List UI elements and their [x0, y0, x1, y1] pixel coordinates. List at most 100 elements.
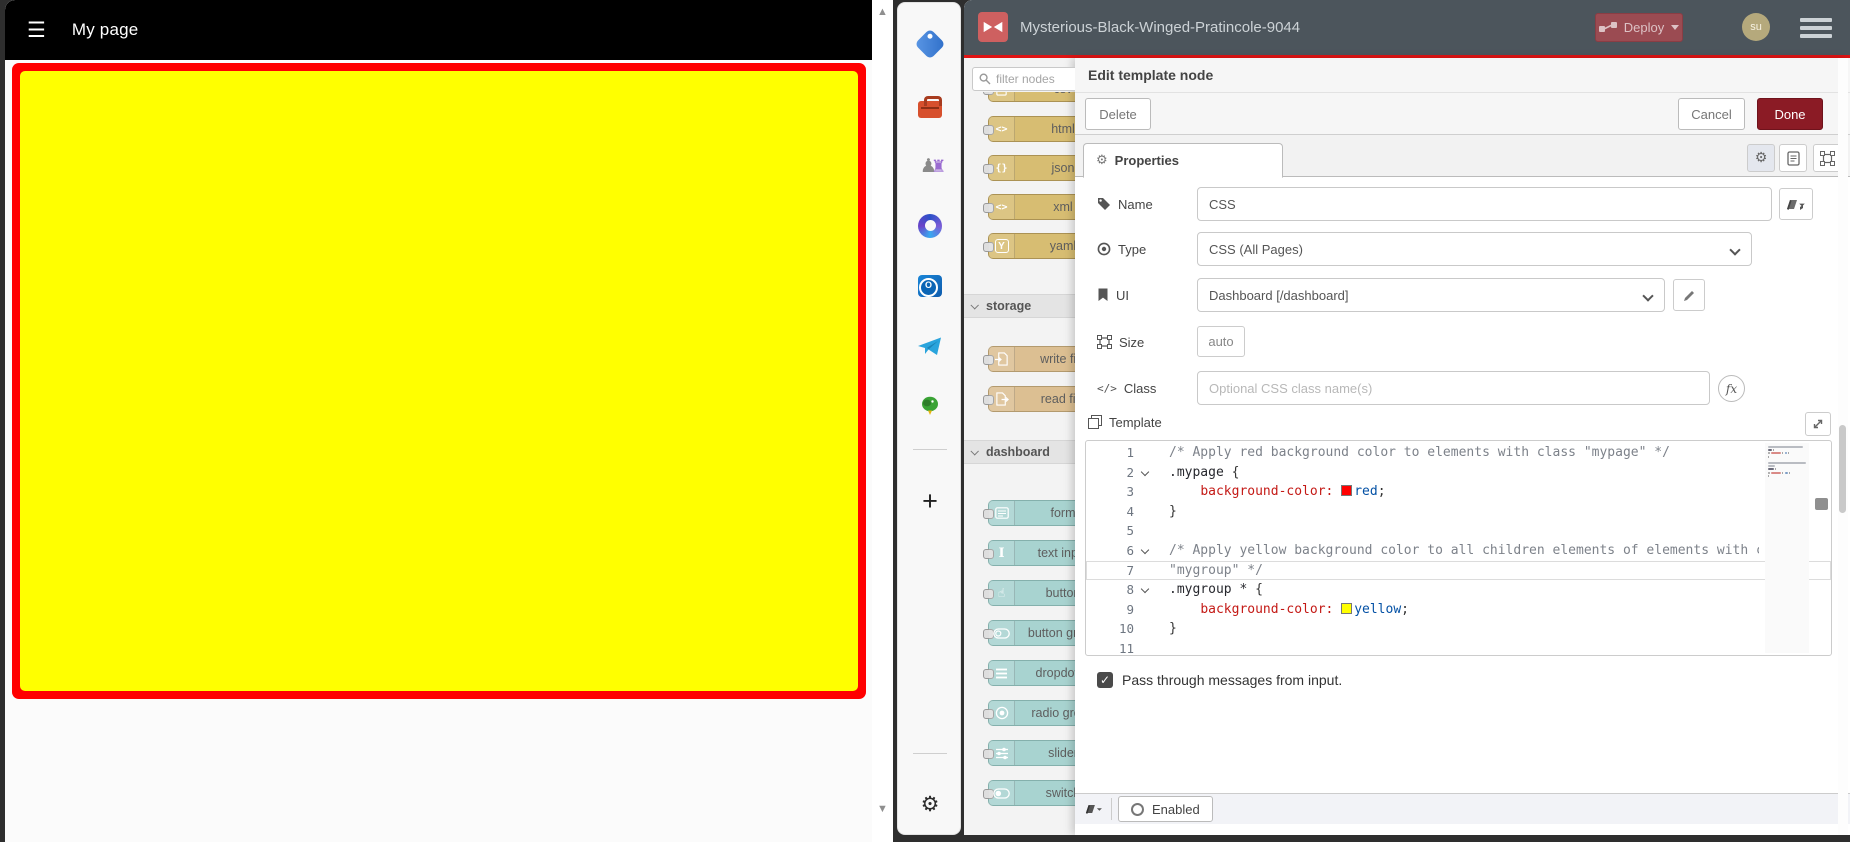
- dashboard-header: ☰ My page: [5, 0, 872, 60]
- type-row: Type CSS (All Pages): [1075, 232, 1850, 266]
- bookmark-icon: [1098, 288, 1108, 301]
- edit-ui-button[interactable]: [1673, 279, 1705, 311]
- deploy-button[interactable]: Deploy: [1595, 13, 1683, 42]
- palette-node-slider[interactable]: slider: [983, 740, 1075, 766]
- palette-search-input[interactable]: [996, 72, 1075, 86]
- palette-node-write-file[interactable]: write file: [983, 346, 1075, 372]
- fold-icon[interactable]: [1140, 467, 1150, 476]
- user-avatar[interactable]: su: [1742, 13, 1770, 41]
- palette-node-read-file[interactable]: read file: [983, 386, 1075, 412]
- chevron-down-icon: [1642, 290, 1654, 302]
- settings-icon[interactable]: ⚙: [898, 789, 962, 819]
- line-number: 8: [1126, 582, 1134, 598]
- fold-icon[interactable]: [1140, 545, 1150, 555]
- ui-select[interactable]: Dashboard [/dashboard]: [1197, 278, 1665, 312]
- code-line-2[interactable]: 2 .mypage {: [1086, 463, 1831, 483]
- palette-node-xml[interactable]: <> xml: [983, 194, 1075, 220]
- enabled-toggle-button[interactable]: Enabled: [1118, 796, 1213, 822]
- palette-node-switch[interactable]: switch: [983, 780, 1075, 806]
- editor-minimap[interactable]: [1765, 443, 1809, 653]
- games-icon[interactable]: ♟♜: [898, 151, 962, 181]
- palette-node-form[interactable]: form: [983, 500, 1075, 526]
- office-loop-icon[interactable]: [898, 211, 962, 241]
- cancel-button[interactable]: Cancel: [1678, 98, 1745, 130]
- size-label: Size: [1097, 325, 1144, 359]
- name-input[interactable]: [1197, 187, 1772, 221]
- type-label: Type: [1097, 232, 1146, 266]
- palette-node-csv[interactable]: csv: [983, 92, 1075, 102]
- delete-button[interactable]: Delete: [1085, 98, 1151, 130]
- palette-node-yaml[interactable]: Yyaml: [983, 233, 1075, 259]
- class-input[interactable]: [1197, 371, 1710, 405]
- appearance-view-button[interactable]: [1813, 144, 1841, 172]
- code-line-9[interactable]: 9 background-color: yellow;: [1086, 600, 1831, 620]
- code-line-3[interactable]: 3 background-color: red;: [1086, 482, 1831, 502]
- line-number: 6: [1126, 543, 1134, 558]
- scroll-up-icon[interactable]: ▲: [872, 6, 893, 18]
- gear-icon: ⚙: [1754, 150, 1768, 166]
- size-button[interactable]: auto: [1197, 326, 1245, 357]
- code-line-6[interactable]: 6/* Apply yellow background color to all…: [1086, 541, 1831, 561]
- tag-icon[interactable]: [898, 28, 962, 60]
- editor-scrollbar-thumb[interactable]: [1815, 498, 1828, 510]
- book-icon: [1787, 199, 1805, 210]
- outlook-icon[interactable]: [898, 271, 962, 301]
- pencil-icon: [1683, 290, 1694, 301]
- sidebar-divider: [913, 449, 947, 450]
- search-icon: [979, 73, 991, 85]
- palette-node-radio-group[interactable]: radio group: [983, 700, 1075, 726]
- palette-node-text-input[interactable]: Itext input: [983, 540, 1075, 566]
- scroll-down-icon[interactable]: ▼: [872, 803, 893, 815]
- code-line-10[interactable]: 10}: [1086, 619, 1831, 639]
- node-help-button[interactable]: [1085, 802, 1103, 816]
- palette-node-button-group[interactable]: button group: [983, 620, 1075, 646]
- nodered-logo-icon: [978, 12, 1008, 42]
- deploy-label: Deploy: [1623, 20, 1665, 35]
- menu-icon[interactable]: ☰: [27, 18, 46, 43]
- passthrough-checkbox[interactable]: ✓: [1097, 672, 1113, 688]
- palette-category-dashboard[interactable]: dashboard: [964, 440, 1075, 464]
- ui-row: UI Dashboard [/dashboard]: [1075, 278, 1850, 312]
- tab-properties[interactable]: ⚙ Properties: [1083, 143, 1283, 178]
- deploy-caret-icon[interactable]: [1671, 25, 1680, 30]
- palette-node-json[interactable]: {} json: [983, 155, 1075, 181]
- type-select[interactable]: CSS (All Pages): [1197, 232, 1752, 266]
- code-line-8[interactable]: 8 .mygroup * {: [1086, 580, 1831, 600]
- name-row: Name: [1075, 187, 1850, 221]
- add-icon[interactable]: +: [898, 486, 962, 516]
- line-number: 2: [1126, 464, 1134, 480]
- avatar-initials: su: [1750, 21, 1762, 33]
- fold-icon[interactable]: [1140, 584, 1150, 594]
- dashboard-scrollbar[interactable]: ▲ ▼: [872, 0, 893, 842]
- done-button[interactable]: Done: [1757, 98, 1823, 130]
- tray-scrollbar[interactable]: [1838, 58, 1848, 835]
- line-number: 3: [1126, 484, 1134, 500]
- bird-icon[interactable]: [898, 391, 962, 421]
- object-group-icon: [1097, 335, 1112, 349]
- edit-template-tray: Edit template node Delete Cancel Done ⚙ …: [1075, 58, 1850, 835]
- flow-title: Mysterious-Black-Winged-Pratincole-9044: [1020, 19, 1301, 36]
- library-button[interactable]: [1779, 188, 1813, 220]
- line-number: 11: [1118, 641, 1134, 656]
- palette-node-html[interactable]: <> html: [983, 116, 1075, 142]
- palette-node-dropdown[interactable]: dropdown: [983, 660, 1075, 686]
- code-line-5[interactable]: 5: [1086, 521, 1831, 541]
- palette-search[interactable]: [972, 67, 1075, 91]
- palette-node-button[interactable]: ☝button: [983, 580, 1075, 606]
- telegram-icon[interactable]: [898, 331, 962, 361]
- expand-editor-button[interactable]: [1805, 412, 1831, 436]
- description-view-button[interactable]: [1779, 144, 1807, 172]
- tray-scrollbar-thumb[interactable]: [1839, 425, 1846, 513]
- toolbox-icon[interactable]: [898, 92, 962, 122]
- fx-button[interactable]: fx: [1718, 375, 1745, 402]
- code-line-7[interactable]: 7 "mygroup" */: [1086, 560, 1831, 581]
- palette-category-storage[interactable]: storage: [964, 294, 1075, 318]
- properties-view-button[interactable]: ⚙: [1747, 144, 1775, 172]
- main-menu-icon[interactable]: [1800, 18, 1832, 42]
- nodered-header: Mysterious-Black-Winged-Pratincole-9044 …: [964, 0, 1850, 55]
- code-line-4[interactable]: 4}: [1086, 502, 1831, 522]
- template-code-editor[interactable]: 1/* Apply red background color to elemen…: [1085, 440, 1832, 656]
- passthrough-label: Pass through messages from input.: [1122, 672, 1343, 688]
- code-line-11[interactable]: 11: [1086, 639, 1831, 656]
- code-line-1[interactable]: 1/* Apply red background color to elemen…: [1086, 443, 1831, 463]
